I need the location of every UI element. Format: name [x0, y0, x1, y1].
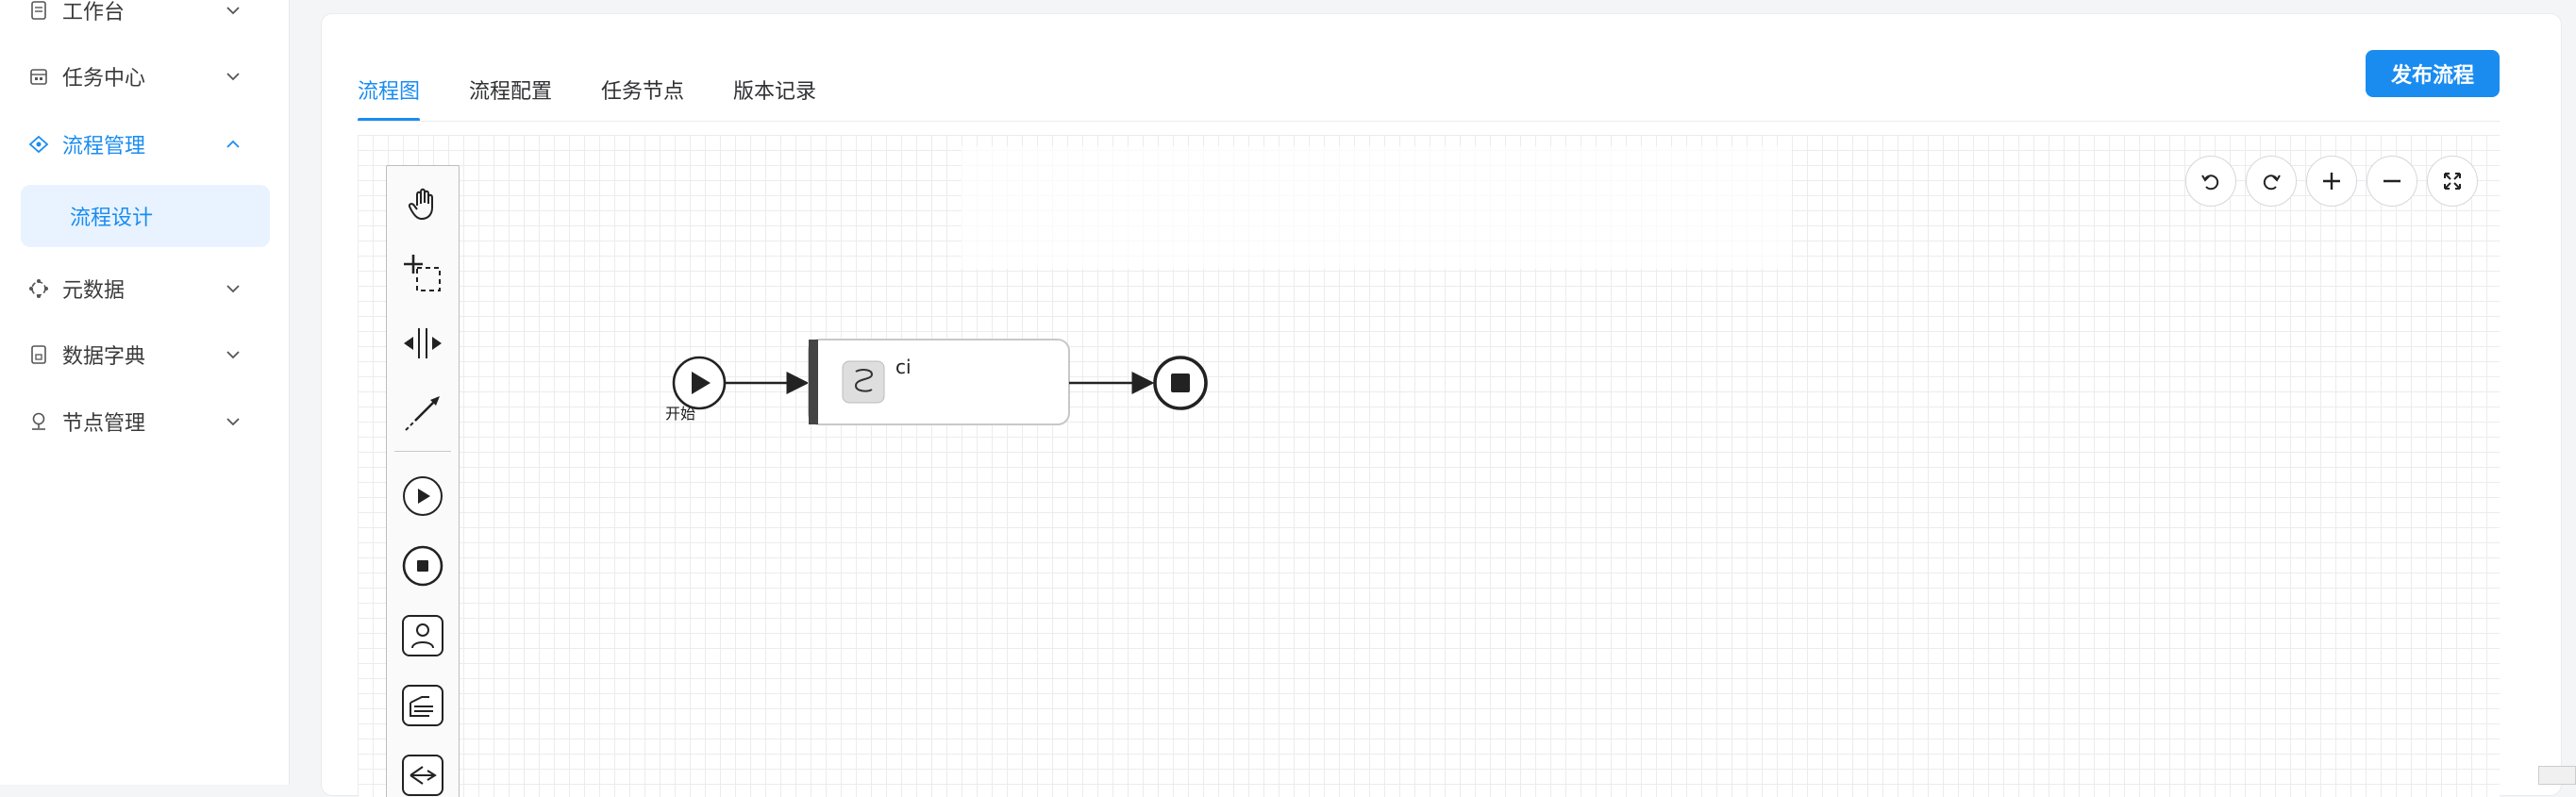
palette-separator — [394, 451, 451, 452]
sidebar-subitem-label: 流程设计 — [70, 207, 154, 230]
flow-diagram — [672, 339, 1208, 425]
sidebar-item-metadata[interactable]: 元数据 — [0, 256, 290, 322]
gateway-icon[interactable] — [400, 753, 445, 797]
manual-task-icon[interactable] — [400, 683, 445, 728]
document-icon — [28, 0, 49, 21]
tab-flow-config[interactable]: 流程配置 — [469, 52, 552, 122]
end-event-icon[interactable] — [400, 543, 445, 589]
sidebar-item-data-dictionary[interactable]: 数据字典 — [0, 322, 290, 388]
publish-flow-button[interactable]: 发布流程 — [2366, 50, 2500, 97]
tab-task-nodes[interactable]: 任务节点 — [601, 52, 684, 122]
dictionary-icon — [28, 344, 49, 365]
sidebar-item-label: 元数据 — [62, 279, 125, 303]
space-tool-icon[interactable] — [400, 321, 445, 366]
end-event[interactable] — [1153, 356, 1208, 410]
sidebar: 工作台 任务中心 流程管理 流程设计 元数据 数据字典 节点管理 — [0, 0, 290, 785]
tab-version-history[interactable]: 版本记录 — [733, 52, 816, 122]
sidebar-item-task-center[interactable]: 任务中心 — [0, 43, 290, 109]
sidebar-item-workbench[interactable]: 工作台 — [0, 0, 290, 43]
zoom-in-icon[interactable] — [2306, 156, 2357, 207]
metadata-icon — [28, 278, 49, 299]
user-task-icon[interactable] — [400, 613, 445, 658]
hand-tool-icon[interactable] — [400, 181, 445, 226]
chevron-up-icon — [223, 134, 243, 155]
node-icon — [28, 411, 49, 432]
chevron-down-icon — [223, 0, 243, 21]
chevron-down-icon — [223, 278, 243, 299]
chevron-down-icon — [223, 411, 243, 432]
sidebar-item-label: 任务中心 — [62, 67, 146, 91]
service-task[interactable] — [808, 339, 1070, 425]
tab-flow-diagram[interactable]: 流程图 — [358, 52, 421, 122]
start-event-icon[interactable] — [400, 473, 445, 519]
sidebar-item-label: 节点管理 — [62, 412, 146, 436]
fit-screen-icon[interactable] — [2427, 156, 2478, 207]
chevron-down-icon — [223, 66, 243, 87]
sidebar-item-label: 工作台 — [62, 1, 125, 25]
task-label: ci — [895, 356, 912, 378]
tab-divider — [358, 121, 2500, 122]
start-event-label: 开始 — [665, 405, 696, 423]
connect-tool-icon[interactable] — [400, 390, 445, 436]
sidebar-item-flow-management[interactable]: 流程管理 — [0, 111, 290, 177]
calendar-icon — [28, 66, 49, 87]
flow-editor-card: 流程图 流程配置 任务节点 版本记录 发布流程 ci 开始 — [321, 13, 2562, 797]
lasso-tool-icon[interactable] — [400, 251, 445, 296]
tool-palette — [386, 165, 460, 797]
sidebar-item-label: 数据字典 — [62, 345, 146, 369]
scrollbar-corner — [2538, 766, 2576, 785]
tab-bar: 流程图 流程配置 任务节点 版本记录 — [358, 52, 865, 122]
redo-icon[interactable] — [2246, 156, 2297, 207]
undo-icon[interactable] — [2185, 156, 2236, 207]
chevron-down-icon — [223, 344, 243, 365]
sidebar-item-label: 流程管理 — [62, 135, 146, 158]
bpmn-canvas[interactable]: ci 开始 — [358, 135, 2500, 797]
sidebar-item-node-management[interactable]: 节点管理 — [0, 389, 290, 455]
sidebar-subitem-flow-design[interactable]: 流程设计 — [21, 185, 270, 247]
flow-icon — [28, 134, 49, 155]
zoom-out-icon[interactable] — [2367, 156, 2417, 207]
